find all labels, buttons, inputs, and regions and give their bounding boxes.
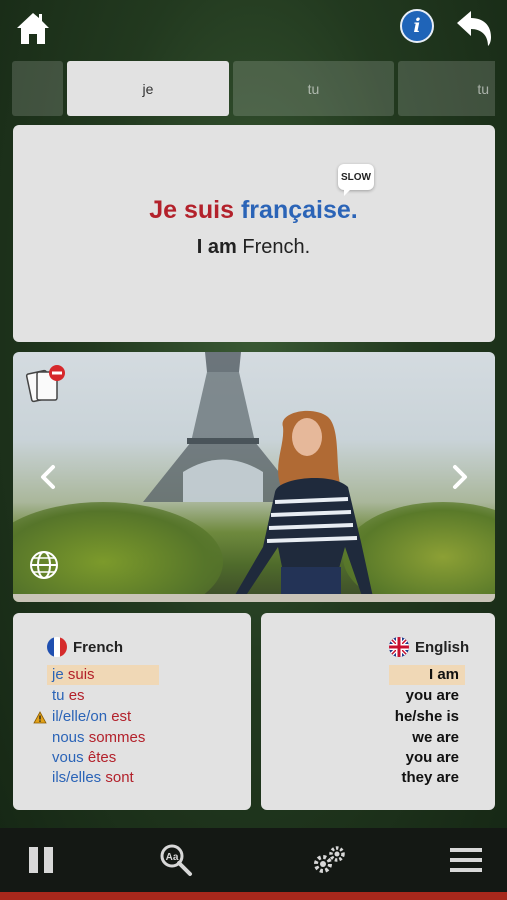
tab-tu[interactable]: tu — [233, 61, 394, 116]
translation-row[interactable]: they are — [361, 768, 459, 788]
svg-text:Aa: Aa — [166, 852, 179, 863]
translation-row[interactable]: you are — [361, 686, 459, 706]
translation-row[interactable]: I am — [389, 665, 465, 685]
ledge — [13, 594, 495, 602]
conjugation-row[interactable]: nous sommes — [52, 728, 145, 748]
pronoun: ils/elles — [52, 769, 102, 786]
warning-icon[interactable] — [33, 711, 47, 724]
tab-previous[interactable] — [12, 61, 63, 116]
uk-flag-icon — [389, 637, 409, 657]
tab-label: je — [142, 80, 154, 97]
translation: we are — [412, 729, 459, 746]
chevron-left-icon[interactable] — [37, 464, 59, 490]
pronoun: il/elle/on — [52, 708, 108, 725]
translation-row[interactable]: he/she is — [361, 707, 459, 727]
tab-label: tu — [307, 80, 320, 97]
conjugation-row[interactable]: il/elle/on est — [52, 707, 131, 727]
verb-form: est — [111, 708, 132, 725]
conjugation-row[interactable]: ils/elles sont — [52, 768, 134, 788]
slow-audio-button[interactable]: SLOW — [338, 164, 374, 196]
conjugation-row[interactable]: je suis — [47, 665, 159, 685]
chevron-right-icon[interactable] — [449, 464, 471, 490]
english-header: English — [389, 637, 469, 657]
pronoun: nous — [52, 729, 85, 746]
verb-form: sommes — [88, 729, 146, 746]
bottom-accent-strip — [0, 892, 507, 900]
pronoun: vous — [52, 749, 84, 766]
french-flag-icon — [47, 637, 67, 657]
illustration-photo — [13, 352, 495, 602]
bottom-toolbar: Aa — [0, 828, 507, 892]
dictionary-search-icon[interactable]: Aa — [154, 838, 198, 882]
translation-row[interactable]: we are — [361, 728, 459, 748]
conjugation-row[interactable]: tu es — [52, 686, 85, 706]
english-title: English — [415, 638, 470, 656]
translation: they are — [401, 769, 459, 786]
globe-icon[interactable] — [29, 550, 59, 580]
french-subject-verb: Je suis — [149, 196, 235, 224]
pronoun-tabs: je tu tu — [12, 61, 495, 116]
english-rest: French. — [242, 236, 311, 258]
translation: I am — [428, 666, 459, 683]
verb-form: sont — [105, 769, 134, 786]
tab-je[interactable]: je — [67, 61, 229, 116]
french-header: French — [47, 637, 123, 657]
verb-form: es — [68, 687, 85, 704]
phrase-card[interactable] — [13, 125, 495, 342]
slow-label: SLOW — [341, 171, 371, 183]
home-icon[interactable] — [12, 8, 54, 48]
english-conjugation-card: English I am you are he/she is we are yo… — [261, 613, 495, 810]
pause-icon[interactable] — [19, 838, 63, 882]
info-icon[interactable]: i — [400, 9, 434, 43]
french-title: French — [73, 638, 124, 656]
pronoun: je — [52, 666, 64, 683]
top-bar: i — [0, 0, 507, 56]
tab-label: tu — [477, 80, 489, 97]
verb-form: suis — [67, 666, 95, 683]
flashcards-remove-icon[interactable] — [25, 364, 69, 404]
english-sentence: I am French. — [0, 236, 507, 259]
translation: he/she is — [394, 708, 459, 725]
verb-form: êtes — [87, 749, 117, 766]
french-adjective: française. — [240, 196, 358, 224]
translation: you are — [405, 749, 459, 766]
french-sentence: Je suis française. — [0, 196, 507, 225]
french-conjugation-card: French je suis tu es il/elle/on est nous… — [13, 613, 251, 810]
english-subject-verb: I am — [196, 236, 237, 258]
settings-gears-icon[interactable] — [307, 838, 351, 882]
translation: you are — [405, 687, 459, 704]
translation-row[interactable]: you are — [361, 748, 459, 768]
conjugation-row[interactable]: vous êtes — [52, 748, 116, 768]
woman-figure — [235, 410, 373, 602]
tab-tu-next[interactable]: tu — [398, 61, 495, 116]
pronoun: tu — [52, 687, 65, 704]
menu-icon[interactable] — [444, 838, 488, 882]
back-arrow-icon[interactable] — [452, 6, 496, 48]
